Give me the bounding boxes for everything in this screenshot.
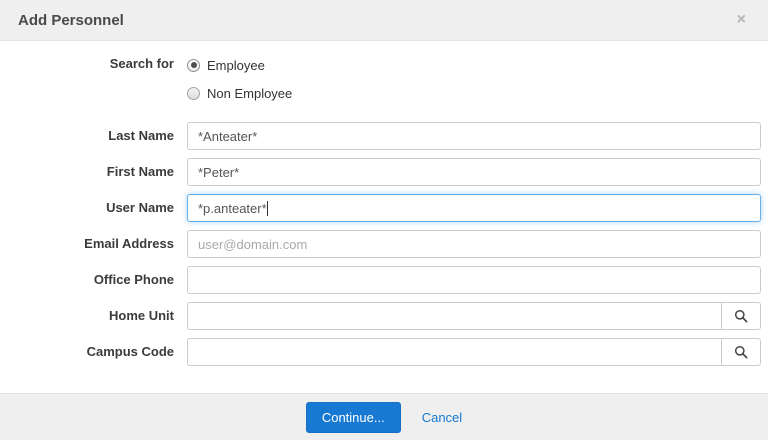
search-icon — [734, 309, 748, 323]
campus-code-input[interactable] — [187, 338, 721, 366]
continue-button[interactable]: Continue... — [305, 401, 401, 433]
email-address-label: Email Address — [84, 236, 174, 251]
radio-employee[interactable]: Employee — [187, 54, 292, 76]
add-personnel-dialog: Add Personnel × Search for Employee Non … — [0, 0, 768, 440]
radio-non-employee[interactable]: Non Employee — [187, 82, 292, 104]
home-unit-label: Home Unit — [109, 308, 174, 323]
dialog-footer: Continue... Cancel — [0, 393, 768, 440]
close-icon[interactable]: × — [733, 10, 750, 30]
radio-non-employee-label: Non Employee — [207, 85, 293, 101]
email-address-input[interactable] — [187, 230, 761, 258]
office-phone-input[interactable] — [187, 266, 761, 294]
last-name-label: Last Name — [108, 128, 174, 143]
radio-button-icon — [187, 58, 200, 72]
radio-button-icon — [187, 86, 200, 100]
campus-code-label: Campus Code — [86, 344, 174, 359]
radio-employee-label: Employee — [207, 57, 265, 73]
cancel-link[interactable]: Cancel — [422, 410, 462, 425]
dialog-body: Search for Employee Non Employee Last Na… — [0, 41, 768, 393]
first-name-input[interactable] — [187, 158, 761, 186]
office-phone-row: Office Phone — [0, 266, 761, 294]
email-address-row: Email Address — [0, 230, 761, 258]
home-unit-row: Home Unit — [0, 302, 761, 330]
first-name-label: First Name — [106, 164, 174, 179]
dialog-header: Add Personnel × — [0, 0, 768, 41]
campus-code-row: Campus Code — [0, 338, 761, 366]
search-icon — [734, 345, 748, 359]
home-unit-lookup-button[interactable] — [721, 302, 761, 330]
dialog-title: Add Personnel — [18, 11, 124, 29]
office-phone-label: Office Phone — [93, 272, 174, 287]
search-for-radio-group: Employee Non Employee — [187, 53, 292, 104]
user-name-row: User Name — [0, 194, 761, 222]
home-unit-input[interactable] — [187, 302, 721, 330]
search-for-row: Search for Employee Non Employee — [0, 53, 761, 104]
campus-code-lookup-button[interactable] — [721, 338, 761, 366]
last-name-input[interactable] — [187, 122, 761, 150]
first-name-row: First Name — [0, 158, 761, 186]
user-name-label: User Name — [106, 200, 174, 215]
user-name-input[interactable] — [187, 194, 761, 222]
search-for-label: Search for — [109, 56, 174, 71]
last-name-row: Last Name — [0, 122, 761, 150]
